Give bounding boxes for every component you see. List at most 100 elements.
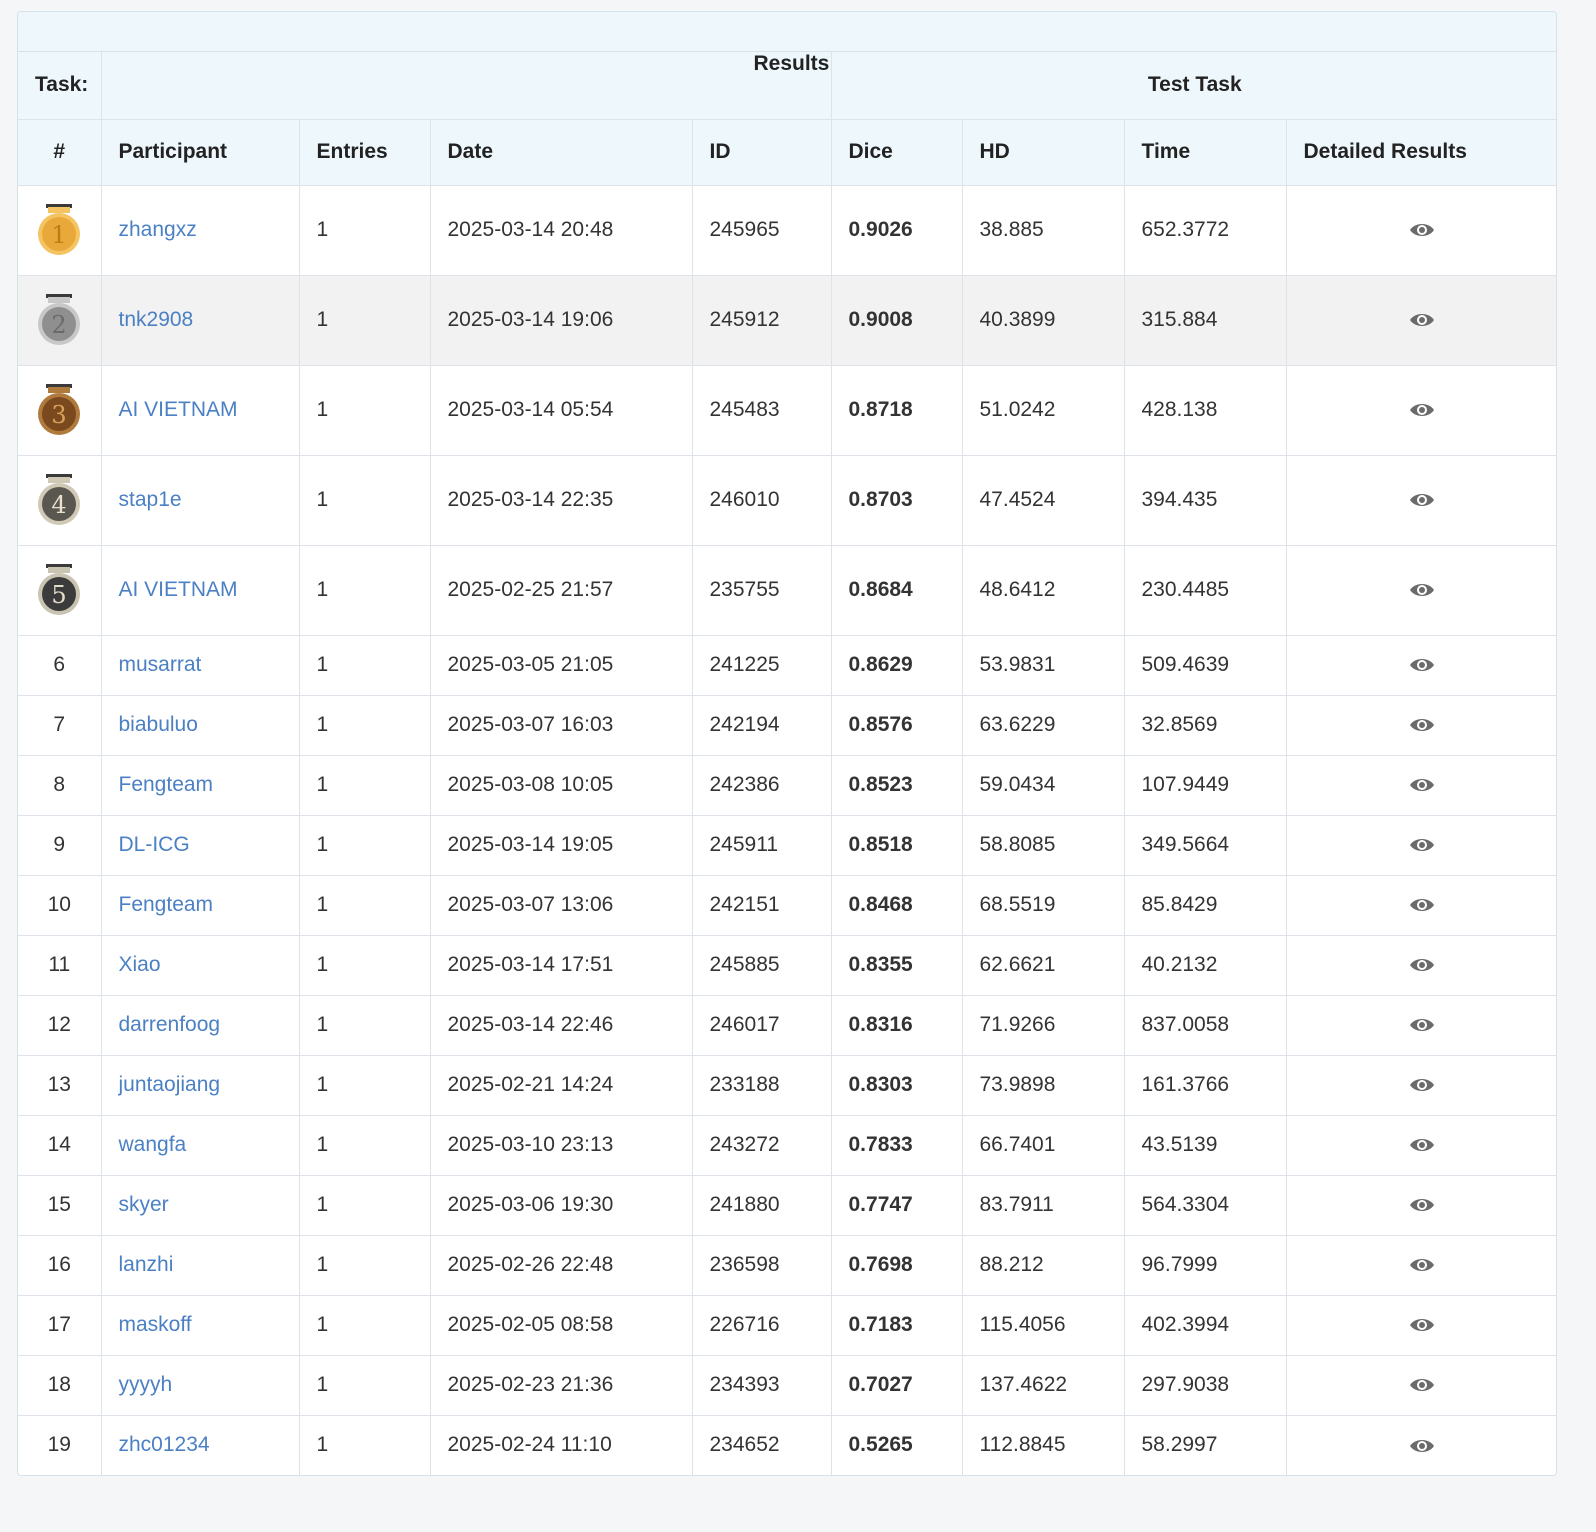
participant-link[interactable]: AI VIETNAM [119,398,238,421]
eye-icon[interactable] [1409,1437,1435,1455]
column-header-time[interactable]: Time [1124,119,1287,186]
dice-cell: 0.8303 [831,1055,963,1116]
hd-cell: 63.6229 [962,695,1125,756]
entries-cell: 1 [299,695,431,756]
column-header-dice[interactable]: Dice [831,119,963,186]
dice-cell: 0.7833 [831,1115,963,1176]
table-group-header-row: Task: Results Test Task [18,52,1556,120]
date-cell: 2025-02-25 21:57 [430,545,693,636]
dice-cell: 0.8523 [831,755,963,816]
table-column-header-row: # Participant Entries Date ID Dice HD Time Detai… [18,119,1556,186]
id-cell: 245965 [692,185,832,276]
dice-cell: 0.8703 [831,455,963,546]
svg-text:1: 1 [52,221,67,249]
time-cell: 43.5139 [1124,1115,1287,1176]
participant-cell: tnk2908 [101,275,300,366]
eye-icon[interactable] [1409,1196,1435,1214]
eye-icon[interactable] [1409,581,1435,599]
table-row: 16 lanzhi 1 2025-02-26 22:48 236598 0.7698 88.… [18,1235,1556,1296]
time-cell: 837.0058 [1124,995,1287,1056]
column-header-id[interactable]: ID [692,119,832,186]
eye-icon[interactable] [1409,956,1435,974]
rank-cell: 12 [18,995,102,1056]
table-row: 15 skyer 1 2025-03-06 19:30 241880 0.7747 83.7… [18,1175,1556,1236]
rank-cell: 15 [18,1175,102,1236]
eye-icon[interactable] [1409,776,1435,794]
table-row: 14 wangfa 1 2025-03-10 23:13 243272 0.7833 66.… [18,1115,1556,1176]
rank-cell: 17 [18,1295,102,1356]
column-header-participant[interactable]: Participant [101,119,300,186]
hd-cell: 58.8085 [962,815,1125,876]
date-cell: 2025-03-14 22:35 [430,455,693,546]
participant-link[interactable]: stap1e [119,488,182,511]
column-header-hd[interactable]: HD [962,119,1125,186]
dice-cell: 0.8684 [831,545,963,636]
id-cell: 235755 [692,545,832,636]
svg-text:4: 4 [52,491,67,519]
rank-cell: 8 [18,755,102,816]
column-header-rank[interactable]: # [18,119,102,186]
eye-icon[interactable] [1409,401,1435,419]
eye-icon[interactable] [1409,1076,1435,1094]
column-header-detailed-results[interactable]: Detailed Results [1286,119,1556,186]
rank-cell: 4 [18,455,102,546]
eye-icon[interactable] [1409,1316,1435,1334]
participant-link[interactable]: tnk2908 [119,308,194,331]
participant-link[interactable]: yyyyh [119,1373,173,1396]
rank-cell: 5 [18,545,102,636]
eye-icon[interactable] [1409,491,1435,509]
time-cell: 161.3766 [1124,1055,1287,1116]
participant-link[interactable]: darrenfoog [119,1013,221,1036]
entries-cell: 1 [299,995,431,1056]
time-cell: 297.9038 [1124,1355,1287,1416]
id-cell: 245885 [692,935,832,996]
table-row: 7 biabuluo 1 2025-03-07 16:03 242194 0.8576 63… [18,695,1556,756]
id-cell: 245912 [692,275,832,366]
column-header-entries[interactable]: Entries [299,119,431,186]
eye-icon[interactable] [1409,1016,1435,1034]
rank-cell: 7 [18,695,102,756]
participant-link[interactable]: AI VIETNAM [119,578,238,601]
svg-text:3: 3 [52,401,67,429]
eye-icon[interactable] [1409,836,1435,854]
eye-icon[interactable] [1409,311,1435,329]
hd-cell: 68.5519 [962,875,1125,936]
participant-link[interactable]: zhangxz [119,218,197,241]
eye-icon[interactable] [1409,1376,1435,1394]
participant-cell: maskoff [101,1295,300,1356]
id-cell: 246010 [692,455,832,546]
hd-cell: 88.212 [962,1235,1125,1296]
entries-cell: 1 [299,1415,431,1475]
participant-link[interactable]: zhc01234 [119,1433,210,1456]
participant-link[interactable]: biabuluo [119,713,198,736]
eye-icon[interactable] [1409,221,1435,239]
eye-icon[interactable] [1409,716,1435,734]
participant-link[interactable]: Fengteam [119,773,214,796]
date-cell: 2025-03-14 19:05 [430,815,693,876]
entries-cell: 1 [299,1355,431,1416]
eye-icon[interactable] [1409,1256,1435,1274]
participant-link[interactable]: wangfa [119,1133,187,1156]
participant-link[interactable]: DL-ICG [119,833,190,856]
dice-cell: 0.8355 [831,935,963,996]
participant-link[interactable]: Fengteam [119,893,214,916]
id-cell: 241225 [692,635,832,696]
eye-icon[interactable] [1409,896,1435,914]
participant-link[interactable]: maskoff [119,1313,192,1336]
test-task-header: Test Task [831,52,1556,120]
id-cell: 234393 [692,1355,832,1416]
participant-link[interactable]: skyer [119,1193,169,1216]
eye-icon[interactable] [1409,656,1435,674]
participant-link[interactable]: Xiao [119,953,161,976]
date-cell: 2025-02-24 11:10 [430,1415,693,1475]
results-group-header: Results [101,52,832,120]
participant-link[interactable]: juntaojiang [119,1073,221,1096]
time-cell: 652.3772 [1124,185,1287,276]
participant-link[interactable]: musarrat [119,653,202,676]
column-header-date[interactable]: Date [430,119,693,186]
dice-cell: 0.8468 [831,875,963,936]
eye-icon[interactable] [1409,1136,1435,1154]
entries-cell: 1 [299,1115,431,1176]
participant-link[interactable]: lanzhi [119,1253,174,1276]
time-cell: 509.4639 [1124,635,1287,696]
